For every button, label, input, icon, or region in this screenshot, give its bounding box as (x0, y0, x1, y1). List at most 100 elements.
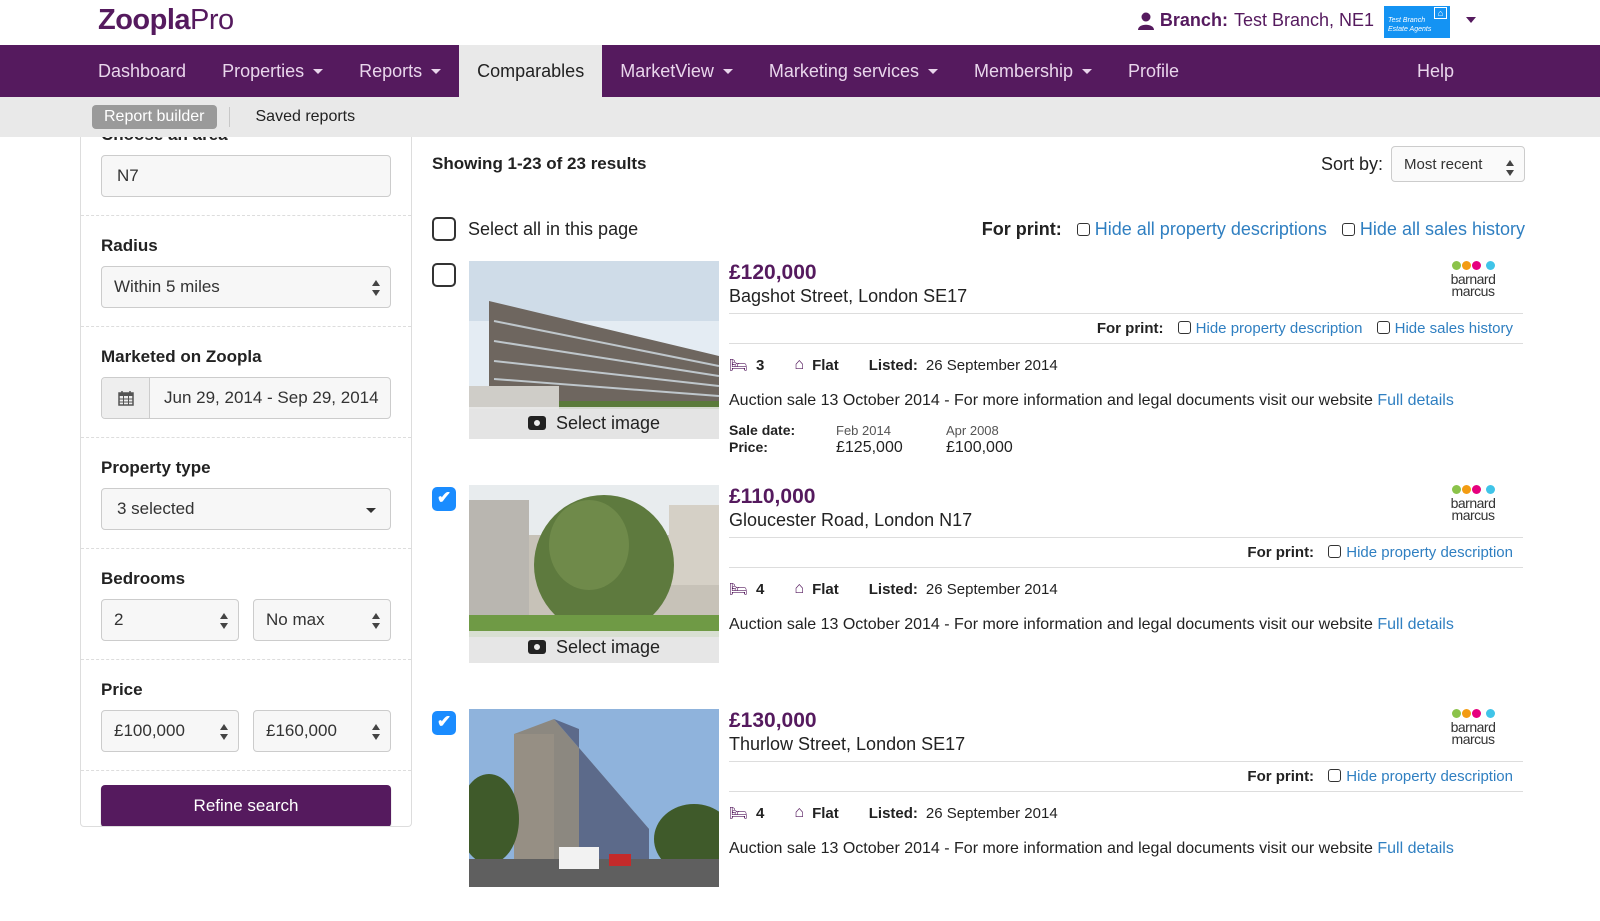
user-icon (1137, 12, 1154, 30)
bed-icon: 🛏 (729, 805, 749, 822)
agent-logo-dot (1471, 485, 1481, 494)
listed-date: 26 September 2014 (925, 580, 1058, 598)
bed-icon: 🛏 (729, 581, 749, 598)
camera-icon (527, 640, 546, 654)
nav-marketview[interactable]: MarketView (602, 45, 751, 97)
bedrooms-min-select[interactable]: 2 (101, 599, 239, 641)
property-type: Flat (812, 580, 839, 598)
property-type-dropdown[interactable]: 3 selected (101, 488, 391, 530)
branch-selector[interactable]: Branch: Test Branch, NE1 (1137, 10, 1374, 31)
listed-date: 26 September 2014 (925, 356, 1058, 374)
listing-checkbox[interactable] (432, 263, 456, 287)
nav-marketing-services[interactable]: Marketing services (751, 45, 956, 97)
print-options-all: For print: Hide all property description… (982, 219, 1525, 240)
hide-description-link[interactable]: Hide property description (1346, 544, 1513, 561)
hide-description-link[interactable]: Hide property description (1196, 320, 1363, 337)
zoopla-pro-logo[interactable]: ZooplaPro (98, 4, 234, 37)
listing-description: Auction sale 13 October 2014 - For more … (729, 616, 1454, 633)
hide-all-descriptions-link[interactable]: Hide all property descriptions (1095, 219, 1327, 239)
tab-report-builder[interactable]: Report builder (92, 105, 217, 129)
sort-control: Sort by: Most recent (1321, 146, 1525, 182)
hide-description-link[interactable]: Hide property description (1346, 768, 1513, 785)
nav-help[interactable]: Help (1399, 45, 1472, 97)
listing-description: Auction sale 13 October 2014 - For more … (729, 392, 1454, 409)
bedrooms-section: Bedrooms 2 No max (81, 569, 411, 660)
radius-section: Radius Within 5 miles (81, 236, 411, 327)
nav-profile[interactable]: Profile (1110, 45, 1197, 97)
tab-saved-reports[interactable]: Saved reports (256, 108, 356, 126)
listing-item: £130,000 Thurlow Street, London SE17 bar… (432, 709, 1525, 921)
nav-properties[interactable]: Properties (204, 45, 341, 97)
select-arrows-icon (220, 724, 228, 740)
date-range-input[interactable]: Jun 29, 2014 - Sep 29, 2014 (101, 377, 391, 419)
agent-logo-dot (1451, 709, 1461, 718)
bed-icon: 🛏 (729, 357, 749, 374)
listing-checkbox[interactable] (432, 711, 456, 735)
top-header: ZooplaPro Branch: Test Branch, NE1 ⌂ Tes… (0, 0, 1600, 45)
sales-history: Sale date: Feb 2014 Apr 2008 Price: £125… (729, 422, 1013, 456)
nav-membership[interactable]: Membership (956, 45, 1110, 97)
select-image-button[interactable]: Select image (469, 407, 719, 439)
nav-comparables[interactable]: Comparables (459, 45, 603, 97)
price-min-select[interactable]: £100,000 (101, 710, 239, 752)
hide-description-checkbox[interactable] (1177, 321, 1191, 334)
main-nav: Dashboard Properties Reports Comparables… (0, 45, 1600, 97)
select-all[interactable]: Select all in this page (432, 217, 638, 241)
hide-description-checkbox[interactable] (1328, 545, 1342, 558)
print-options: For print: Hide property description (729, 762, 1523, 792)
radius-label: Radius (101, 236, 158, 255)
nav-dashboard[interactable]: Dashboard (80, 45, 204, 97)
agent-logo-dot (1451, 261, 1461, 270)
results-count: Showing 1-23 of 23 results (432, 154, 647, 173)
listing-address[interactable]: Bagshot Street, London SE17 (729, 286, 1523, 314)
hide-description-checkbox[interactable] (1328, 769, 1342, 782)
radius-select[interactable]: Within 5 miles (101, 266, 391, 308)
home-icon: ⌂ (1434, 7, 1447, 19)
print-options: For print: Hide property description Hid… (729, 314, 1523, 344)
refine-search-button[interactable]: Refine search (101, 785, 391, 826)
select-arrows-icon (372, 613, 380, 629)
print-options: For print: Hide property description (729, 538, 1523, 568)
hide-all-history-checkbox[interactable] (1341, 222, 1355, 236)
property-type: Flat (812, 356, 839, 374)
bedrooms-count: 4 (756, 804, 765, 822)
select-image-button[interactable]: Select image (469, 631, 719, 663)
agent-logo: barnard marcus (1443, 709, 1503, 746)
hide-all-history-link[interactable]: Hide all sales history (1360, 219, 1525, 239)
full-details-link[interactable]: Full details (1377, 616, 1453, 633)
area-input[interactable]: N7 (101, 155, 391, 197)
sort-select[interactable]: Most recent (1391, 146, 1525, 182)
listing-address[interactable]: Gloucester Road, London N17 (729, 510, 1523, 538)
agent-logo-dot (1485, 261, 1495, 270)
nav-reports[interactable]: Reports (341, 45, 459, 97)
hide-history-checkbox[interactable] (1376, 321, 1390, 334)
branch-name: Test Branch, NE1 (1233, 10, 1374, 30)
select-arrows-icon (372, 280, 380, 296)
property-photo[interactable]: Select image (469, 485, 719, 663)
listing-item: Select image £120,000 Bagshot Street, Lo… (432, 261, 1525, 473)
select-all-checkbox[interactable] (432, 217, 456, 241)
agent-logo-dot (1485, 709, 1495, 718)
property-photo[interactable]: Select image (469, 261, 719, 439)
price-section: Price £100,000 £160,000 (81, 680, 411, 771)
house-icon: ⌂ (794, 804, 805, 821)
listing-checkbox[interactable] (432, 487, 456, 511)
calendar-icon[interactable] (102, 378, 150, 418)
full-details-link[interactable]: Full details (1377, 392, 1453, 409)
branch-dropdown-caret-icon[interactable] (1466, 17, 1476, 23)
branch-logo[interactable]: ⌂ Test Branch Estate Agents (1384, 6, 1450, 38)
caret-down-icon (1082, 68, 1092, 74)
agent-logo-dot (1461, 261, 1471, 270)
hide-history-link[interactable]: Hide sales history (1395, 320, 1513, 337)
caret-down-icon (313, 68, 324, 74)
bedrooms-max-select[interactable]: No max (253, 599, 391, 641)
listing-description: Auction sale 13 October 2014 - For more … (729, 840, 1454, 857)
property-photo[interactable] (469, 709, 719, 887)
bedrooms-count: 3 (756, 356, 765, 374)
price-max-select[interactable]: £160,000 (253, 710, 391, 752)
full-details-link[interactable]: Full details (1377, 840, 1453, 857)
hide-all-descriptions-checkbox[interactable] (1076, 222, 1090, 236)
listing-price: £110,000 (729, 485, 816, 508)
listing-address[interactable]: Thurlow Street, London SE17 (729, 734, 1523, 762)
listing-price: £130,000 (729, 709, 817, 732)
